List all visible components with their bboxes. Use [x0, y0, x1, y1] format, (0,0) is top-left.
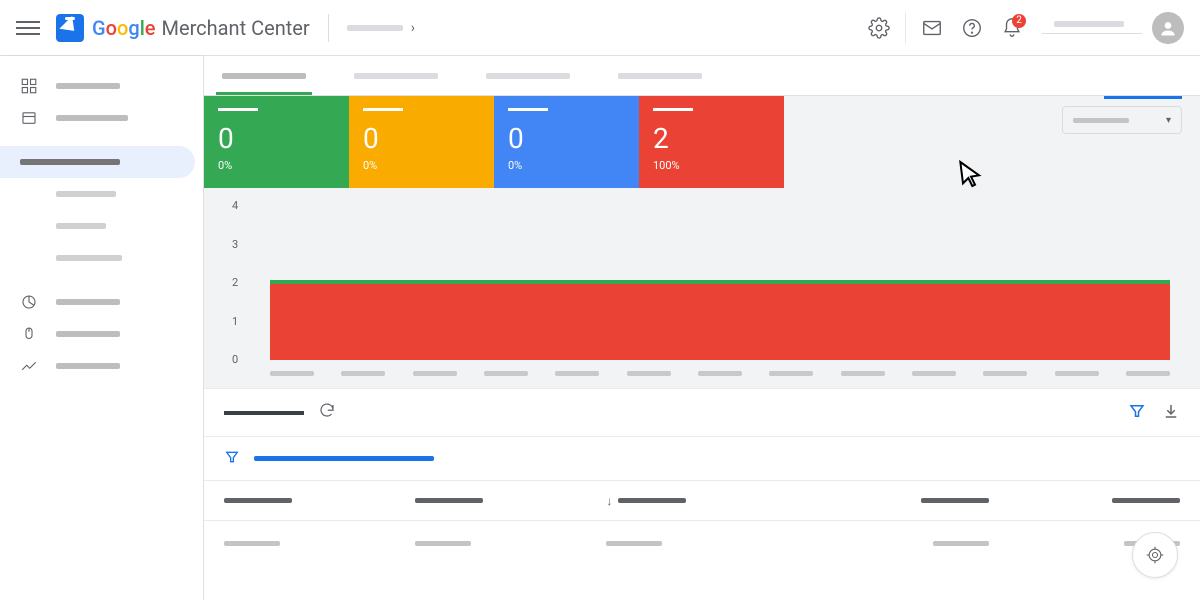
tile-pending[interactable]: 0 0%: [349, 96, 494, 188]
toolbar-title: [224, 411, 304, 415]
sidebar: [0, 56, 204, 600]
mouse-icon: [20, 325, 38, 343]
google-logo: Google: [92, 16, 156, 40]
notifications-icon[interactable]: 2: [992, 8, 1032, 48]
destination-select[interactable]: ▾: [1062, 106, 1182, 134]
arrow-down-icon: ↓: [606, 494, 612, 508]
table-column[interactable]: [415, 498, 606, 503]
trend-chart: 01234: [204, 188, 1200, 388]
tile-percent: 0%: [218, 159, 335, 172]
sidebar-item-label: [56, 299, 120, 305]
sidebar-item-overview[interactable]: [0, 70, 203, 102]
accent-line: [1104, 96, 1182, 99]
sidebar-item-label: [56, 363, 120, 369]
table-column-sorted[interactable]: ↓: [606, 494, 797, 508]
sidebar-item-performance[interactable]: [0, 350, 203, 382]
list-icon: [20, 109, 38, 127]
table-row[interactable]: [204, 521, 1200, 565]
app-header: Google Merchant Center › 2: [0, 0, 1200, 56]
sidebar-item-label: [56, 191, 116, 197]
tile-percent: 100%: [653, 159, 770, 172]
account-switcher[interactable]: [1042, 21, 1142, 34]
issues-toolbar: [204, 389, 1200, 437]
tile-expiring[interactable]: 0 0%: [494, 96, 639, 188]
table-column[interactable]: [989, 498, 1180, 503]
sidebar-subitem[interactable]: [0, 178, 203, 210]
sidebar-item-label: [56, 115, 128, 121]
table-column[interactable]: [224, 498, 415, 503]
tile-count: 2: [653, 125, 770, 153]
table-cell: [606, 541, 797, 546]
sidebar-item-label: [20, 159, 120, 165]
filter-chip[interactable]: [254, 456, 434, 461]
filter-chip-row: [204, 437, 1200, 481]
sidebar-item-marketing[interactable]: [0, 318, 203, 350]
tab-item[interactable]: [354, 56, 438, 95]
sidebar-item-products[interactable]: [0, 102, 203, 134]
menu-icon[interactable]: [16, 16, 40, 40]
settings-icon[interactable]: [859, 8, 899, 48]
tile-percent: 0%: [363, 159, 480, 172]
table-cell: [798, 541, 989, 546]
tabs: [204, 56, 1200, 96]
tile-count: 0: [508, 125, 625, 153]
sidebar-subitem[interactable]: [0, 242, 203, 274]
sidebar-item-label: [56, 223, 106, 229]
status-tiles: 0 0% 0 0% 0 0% 2 100%: [204, 96, 1200, 188]
sidebar-item-label: [56, 331, 120, 337]
feedback-fab[interactable]: [1132, 532, 1178, 578]
main-content: 0 0% 0 0% 0 0% 2 100%: [204, 56, 1200, 600]
divider: [905, 12, 906, 44]
help-icon[interactable]: [952, 8, 992, 48]
table-cell: [224, 541, 415, 546]
issues-table-header: ↓: [204, 481, 1200, 521]
sidebar-subitem[interactable]: [0, 210, 203, 242]
tile-percent: 0%: [508, 159, 625, 172]
merchant-center-logo-icon: [56, 14, 84, 42]
breadcrumb[interactable]: ›: [347, 20, 415, 36]
tab-item[interactable]: [486, 56, 570, 95]
cursor-icon: [955, 158, 987, 190]
refresh-icon[interactable]: [318, 402, 336, 424]
sidebar-item-label: [56, 255, 122, 261]
tile-count: 0: [363, 125, 480, 153]
avatar[interactable]: [1152, 12, 1184, 44]
mail-icon[interactable]: [912, 8, 952, 48]
tab-item[interactable]: [222, 56, 306, 95]
trend-icon: [20, 357, 38, 375]
sidebar-item-label: [56, 83, 120, 89]
dashboard-icon: [20, 77, 38, 95]
notification-badge: 2: [1012, 14, 1026, 28]
status-panel: 0 0% 0 0% 0 0% 2 100%: [204, 96, 1200, 389]
pie-icon: [20, 293, 38, 311]
filter-icon[interactable]: [224, 449, 240, 469]
download-icon[interactable]: [1162, 402, 1180, 424]
divider: [328, 14, 329, 42]
chevron-right-icon: ›: [411, 20, 415, 36]
chevron-down-icon: ▾: [1166, 115, 1171, 126]
product-name: Merchant Center: [162, 16, 310, 40]
table-column[interactable]: [798, 498, 989, 503]
tile-disapproved[interactable]: 2 100%: [639, 96, 784, 188]
filter-icon[interactable]: [1128, 402, 1146, 424]
sidebar-item-diagnostics[interactable]: [0, 146, 195, 178]
tile-active[interactable]: 0 0%: [204, 96, 349, 188]
tab-item[interactable]: [618, 56, 702, 95]
tile-count: 0: [218, 125, 335, 153]
table-cell: [415, 541, 606, 546]
sidebar-item-growth[interactable]: [0, 286, 203, 318]
